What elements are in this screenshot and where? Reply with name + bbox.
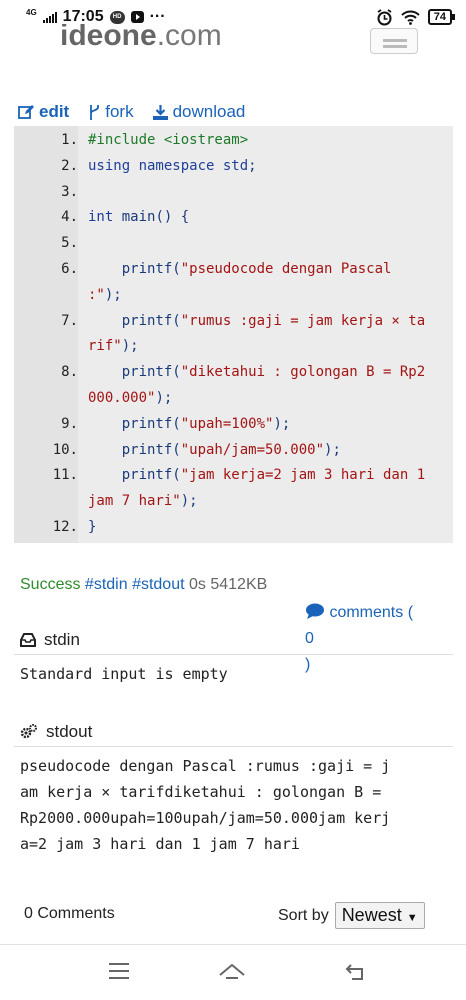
stdout-line: pseudocode dengan Pascal :rumus :gaji = … xyxy=(20,757,391,775)
line-number: 9. xyxy=(61,415,78,432)
line-number: 4. xyxy=(61,209,78,226)
divider xyxy=(14,654,453,655)
code-text: int main() { xyxy=(88,209,190,226)
line-number: 3. xyxy=(61,183,78,200)
stdout-content: pseudocode dengan Pascal :rumus :gaji = … xyxy=(14,753,453,857)
logo-main: ideone xyxy=(60,24,157,50)
line-number: 8. xyxy=(61,364,78,381)
code-text: 000.000"); xyxy=(88,390,173,406)
line-number: 6. xyxy=(61,261,78,277)
stdout-header: stdout xyxy=(20,722,92,742)
sort-value: Newest xyxy=(341,905,402,925)
edit-icon xyxy=(18,105,34,119)
battery-icon: 74 xyxy=(427,9,456,25)
stdout-line: am kerja × tarifdiketahui : golongan B = xyxy=(20,783,382,801)
code-text: jam 7 hari"); xyxy=(88,493,198,510)
edit-button[interactable]: edit xyxy=(18,102,69,122)
system-navigation-bar xyxy=(0,944,466,1000)
download-button[interactable]: download xyxy=(152,102,246,122)
download-label: download xyxy=(172,102,246,121)
comment-count[interactable]: 0 Comments xyxy=(24,905,115,922)
signal-icon xyxy=(42,11,57,23)
download-icon xyxy=(152,104,168,120)
sort-label: Sort by xyxy=(278,906,329,924)
sort-control: Sort by Newest ▼ xyxy=(278,902,425,929)
stdin-title: stdin xyxy=(44,630,80,649)
code-text: printf("pseudocode dengan Pascal xyxy=(88,261,392,277)
code-text: :"); xyxy=(88,286,122,303)
stdout-title: stdout xyxy=(46,722,93,741)
stdin-header: stdin xyxy=(20,630,80,650)
hamburger-menu-button[interactable] xyxy=(370,28,418,54)
comments-count: 0 xyxy=(305,630,314,647)
line-number: 2. xyxy=(61,157,78,174)
line-number: 5. xyxy=(61,235,78,252)
hd-icon: HD xyxy=(109,10,125,24)
menu-icon[interactable] xyxy=(108,961,130,981)
comments-link-label: comments ( xyxy=(329,604,414,621)
result-status: Success xyxy=(20,576,81,593)
result-meta: 0s 5412KB xyxy=(189,576,268,593)
result-summary: Success #stdin #stdout 0s 5412KB xyxy=(20,576,267,594)
code-text: printf("upah/jam=50.000"); xyxy=(88,441,341,458)
comment-bubble-icon xyxy=(306,603,324,619)
wifi-icon xyxy=(401,10,420,25)
divider xyxy=(14,746,453,747)
line-number: 7. xyxy=(61,312,78,329)
home-icon[interactable] xyxy=(218,961,246,981)
fork-icon xyxy=(90,104,100,120)
code-text: printf("rumus :gaji = jam kerja × ta xyxy=(88,312,426,329)
line-number: 11. xyxy=(52,467,78,484)
line-number: 1. xyxy=(61,132,78,148)
code-text: } xyxy=(88,519,97,535)
fork-label: fork xyxy=(105,102,134,121)
code-text: printf("jam kerja=2 jam 3 hari dan 1 xyxy=(88,467,426,484)
code-text: rif"); xyxy=(88,338,139,355)
logo-suffix: .com xyxy=(156,24,222,50)
comments-bar: 0 Comments Sort by Newest ▼ xyxy=(24,902,444,929)
code-text: printf("upah=100%"); xyxy=(88,415,291,432)
source-code-block[interactable]: 1. #include <iostream> 2. using namespace s… xyxy=(14,126,453,543)
edit-label: edit xyxy=(39,102,70,121)
code-text: #include <iostream> xyxy=(88,132,249,148)
inbox-icon xyxy=(20,633,36,647)
result-tags[interactable]: #stdin #stdout xyxy=(85,576,185,593)
stdout-line: Rp2000.000upah=100upah/jam=50.000jam ker… xyxy=(20,809,391,827)
stdout-line: a=2 jam 3 hari dan 1 jam 7 hari xyxy=(20,835,300,853)
code-text: using namespace std; xyxy=(88,157,257,174)
alarm-icon xyxy=(377,8,392,25)
youtube-icon xyxy=(130,11,144,23)
line-number: 12. xyxy=(52,519,78,535)
dropdown-arrow-icon: ▼ xyxy=(406,912,418,924)
fork-button[interactable]: fork xyxy=(87,102,134,122)
line-number: 10. xyxy=(52,441,78,458)
site-logo[interactable]: ideone.com xyxy=(60,24,222,50)
code-toolbar: edit fork download xyxy=(18,102,245,122)
gears-icon xyxy=(20,724,37,739)
stdin-content: Standard input is empty xyxy=(20,665,228,683)
network-type: 4G xyxy=(26,7,37,17)
sort-select[interactable]: Newest ▼ xyxy=(334,902,425,929)
back-icon[interactable] xyxy=(344,961,368,981)
code-text: printf("diketahui : golongan B = Rp2 xyxy=(88,364,426,381)
